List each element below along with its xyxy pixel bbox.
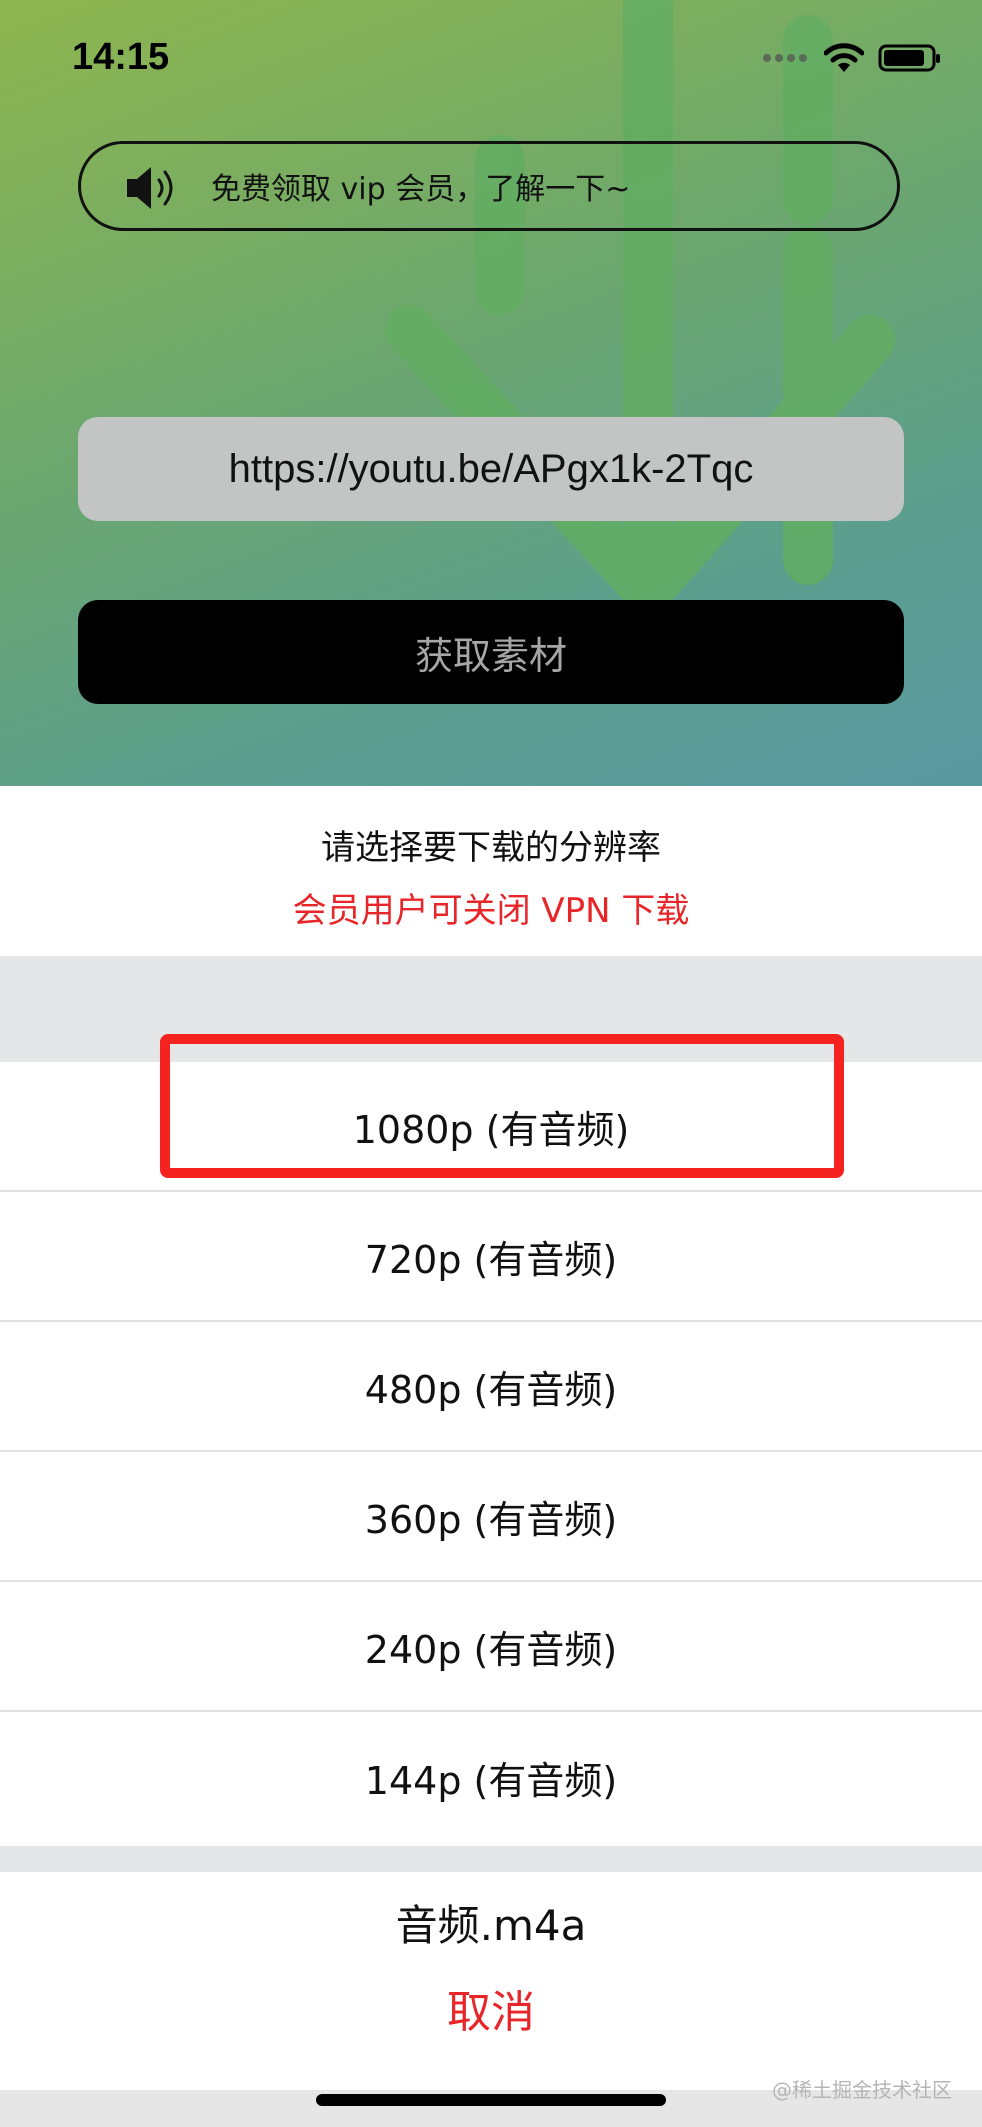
- option-144p[interactable]: 144p (有音频): [0, 1712, 982, 1842]
- resolution-action-sheet: 请选择要下载的分辨率 会员用户可关闭 VPN 下载 1080p (有音频) 72…: [0, 786, 982, 2127]
- signal-icon: [763, 54, 807, 62]
- sheet-title: 请选择要下载的分辨率: [321, 828, 661, 868]
- fetch-material-button[interactable]: 获取素材: [78, 600, 904, 704]
- sheet-divider-bottom: [0, 1846, 982, 1872]
- status-time: 14:15: [72, 36, 170, 78]
- option-240p[interactable]: 240p (有音频): [0, 1582, 982, 1712]
- sheet-header: 请选择要下载的分辨率 会员用户可关闭 VPN 下载: [0, 786, 982, 956]
- speaker-icon: [127, 167, 173, 209]
- option-720p[interactable]: 720p (有音频): [0, 1192, 982, 1322]
- wifi-icon: [824, 43, 864, 72]
- watermark-text: @稀土掘金技术社区: [772, 2078, 952, 2102]
- home-indicator[interactable]: [316, 2094, 666, 2106]
- highlight-annotation-box: [160, 1034, 844, 1178]
- battery-icon: [878, 44, 940, 72]
- option-480p[interactable]: 480p (有音频): [0, 1322, 982, 1452]
- resolution-options: 1080p (有音频) 720p (有音频) 480p (有音频) 360p (…: [0, 1062, 982, 1842]
- cancel-button[interactable]: 取消: [0, 1976, 982, 2040]
- sheet-subtitle: 会员用户可关闭 VPN 下载: [292, 891, 690, 931]
- url-input[interactable]: https://youtu.be/APgx1k-2Tqc: [78, 417, 904, 521]
- notice-text: 免费领取 vip 会员，了解一下~: [211, 172, 631, 207]
- option-360p[interactable]: 360p (有音频): [0, 1452, 982, 1582]
- vip-notice-banner[interactable]: 免费领取 vip 会员，了解一下~: [78, 141, 900, 231]
- audio-m4a-option[interactable]: 音频.m4a: [0, 1892, 982, 1953]
- sheet-footer: 音频.m4a 取消: [0, 1872, 982, 2090]
- app-background: 14:15 免费领取 vip 会员，了解一下~ https://youtu.be…: [0, 0, 982, 786]
- status-icons: [762, 42, 942, 74]
